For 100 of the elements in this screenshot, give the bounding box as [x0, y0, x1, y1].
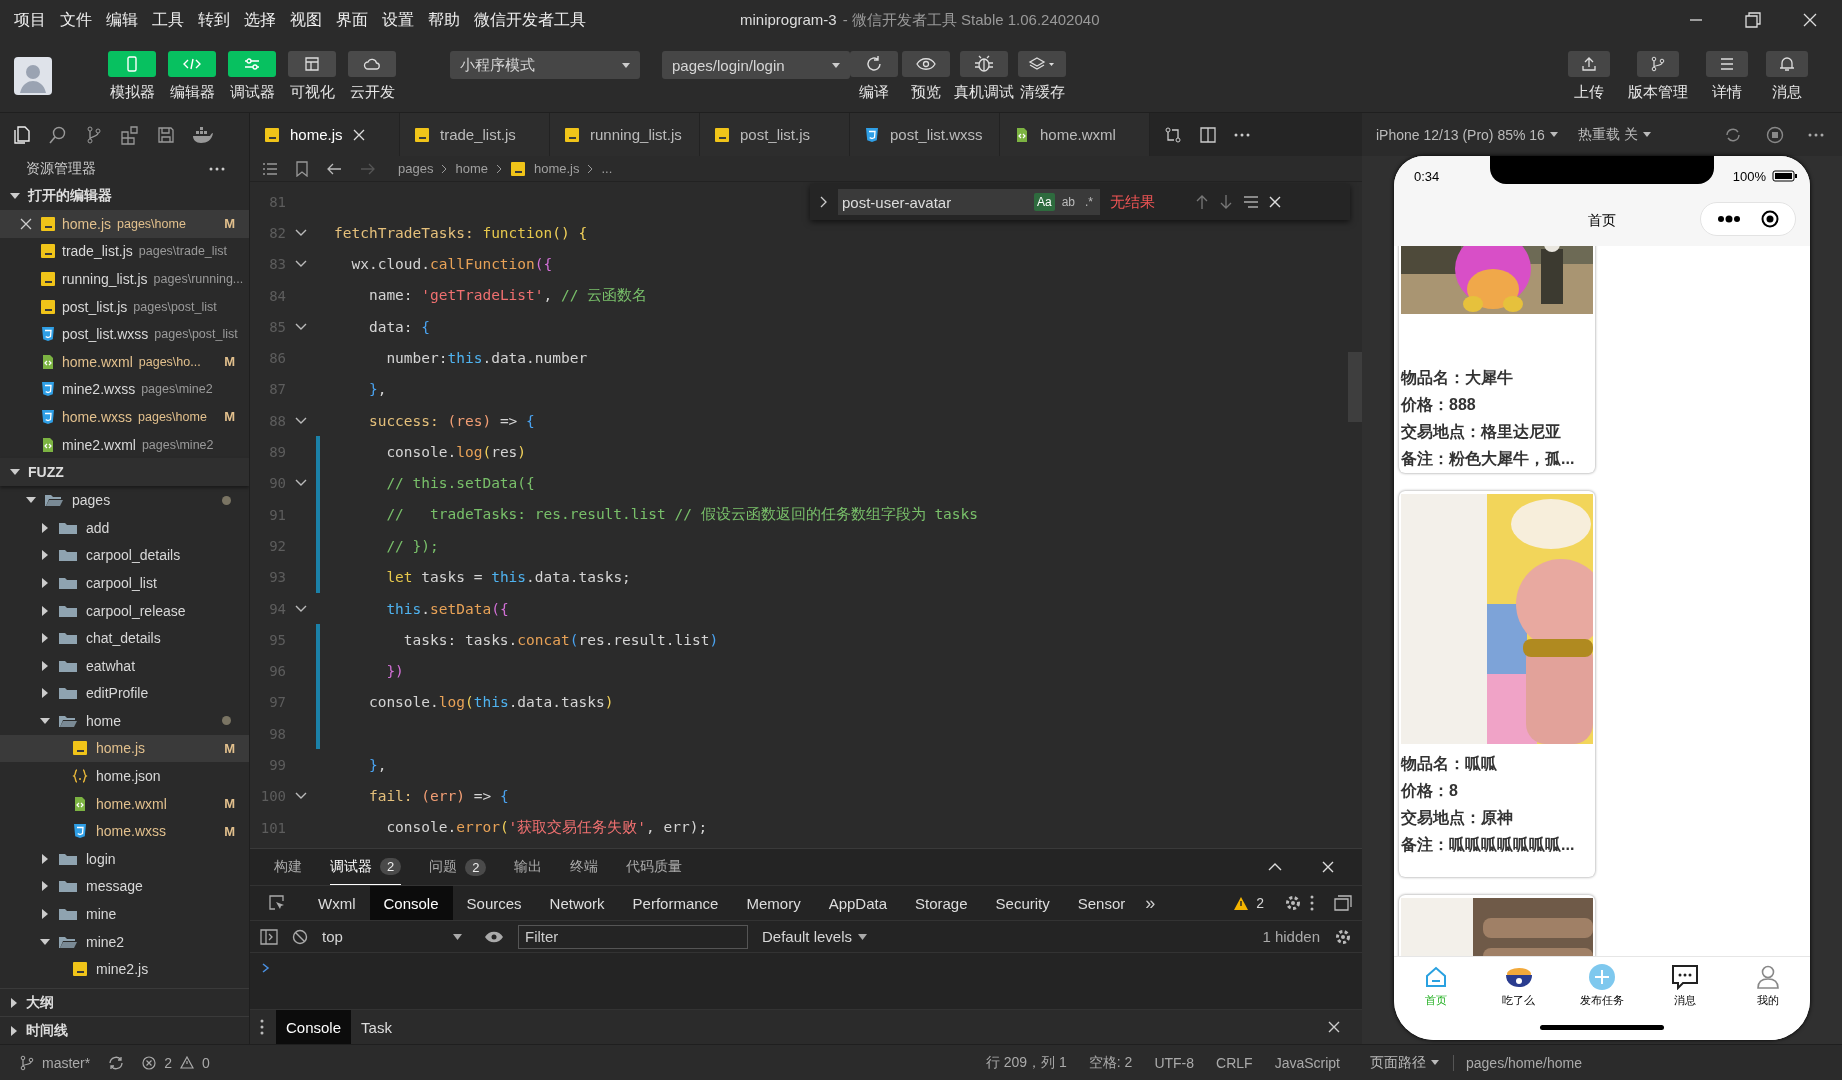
more-icon[interactable]: [1808, 132, 1824, 137]
back-arrow-icon[interactable]: [326, 161, 342, 176]
drawer-tab[interactable]: Task: [351, 1010, 402, 1044]
tree-item[interactable]: home.js M: [0, 734, 249, 763]
toolbar-button[interactable]: [1706, 50, 1748, 77]
tree-item[interactable]: carpool_list: [0, 569, 249, 597]
dock-icon[interactable]: [1334, 895, 1352, 911]
open-editor-item[interactable]: mine2.wxml pages\mine2: [0, 430, 249, 459]
devtools-tab[interactable]: Memory: [732, 886, 815, 920]
tree-item[interactable]: chat_details: [0, 624, 249, 652]
find-option[interactable]: ab: [1058, 193, 1078, 211]
devtools-tab[interactable]: Storage: [901, 886, 982, 920]
tree-item[interactable]: login: [0, 845, 249, 873]
menu-item[interactable]: 项目: [14, 9, 46, 31]
breadcrumb[interactable]: pages: [398, 161, 434, 176]
save-icon[interactable]: [156, 124, 176, 145]
more-icon[interactable]: [1717, 215, 1741, 223]
status-item[interactable]: UTF-8: [1154, 1054, 1195, 1071]
chevron-down-icon[interactable]: [10, 192, 20, 200]
settings-icon[interactable]: [1334, 927, 1352, 946]
devtools-tab[interactable]: Performance: [618, 886, 733, 920]
up-arrow-icon[interactable]: [1195, 194, 1209, 210]
tree-item[interactable]: mine2.js: [0, 955, 249, 984]
toolbar-button[interactable]: [1766, 50, 1808, 77]
hot-reload-dropdown[interactable]: 热重载 关: [1577, 125, 1651, 144]
settings-icon[interactable]: [1284, 894, 1302, 912]
find-option[interactable]: Aa: [1033, 193, 1055, 211]
toolbar-button[interactable]: [1637, 50, 1679, 77]
maximize-icon[interactable]: [1744, 11, 1762, 29]
open-editor-item[interactable]: trade_list.js pages\trade_list: [0, 237, 249, 266]
breadcrumb[interactable]: home: [455, 161, 488, 176]
status-item[interactable]: CRLF: [1216, 1054, 1253, 1071]
section-title[interactable]: FUZZ: [28, 464, 64, 481]
whale-icon[interactable]: [192, 124, 214, 145]
error-icon[interactable]: [142, 1055, 157, 1070]
open-editor-item[interactable]: running_list.js pages\running...: [0, 265, 249, 293]
menu-item[interactable]: 微信开发者工具: [474, 9, 586, 31]
page-path-dropdown[interactable]: 页面路径: [1370, 1053, 1439, 1072]
menu-item[interactable]: 界面: [336, 9, 368, 31]
device-dropdown[interactable]: iPhone 12/13 (Pro) 85% 16: [1376, 126, 1558, 143]
more-tabs[interactable]: »: [1145, 892, 1156, 914]
panel-tab[interactable]: 问题 2: [429, 849, 487, 885]
devtools-tab[interactable]: AppData: [814, 886, 901, 920]
inspect-icon[interactable]: [268, 894, 286, 912]
toggle-button[interactable]: [228, 50, 276, 77]
devtools-tab[interactable]: Network: [535, 886, 619, 920]
editor-tab[interactable]: home.js: [250, 113, 400, 156]
open-editor-item[interactable]: post_list.js pages\post_list: [0, 292, 249, 321]
capsule-button[interactable]: [1700, 202, 1796, 236]
sync-icon[interactable]: [108, 1054, 125, 1071]
panel-tab[interactable]: 终端: [570, 849, 599, 885]
devtools-tab[interactable]: Wxml: [304, 886, 370, 920]
editor-tab[interactable]: home.wxml: [1000, 113, 1150, 156]
tree-item[interactable]: mine2: [0, 927, 249, 956]
menu-item[interactable]: 转到: [198, 9, 230, 31]
panel-tab[interactable]: 代码质量: [626, 849, 683, 885]
sidebar-toggle-icon[interactable]: [260, 928, 278, 945]
toggle-button[interactable]: [108, 50, 156, 77]
tree-item[interactable]: home.wxml M: [0, 789, 249, 818]
branch-name[interactable]: master*: [42, 1054, 91, 1071]
devtools-tab[interactable]: Security: [981, 886, 1064, 920]
close-icon[interactable]: [1322, 861, 1334, 873]
devtools-tab[interactable]: Console: [369, 886, 453, 920]
toggle-button[interactable]: [348, 50, 396, 77]
split-icon[interactable]: [1200, 126, 1216, 143]
bookmark-icon[interactable]: [296, 160, 308, 177]
find-option[interactable]: .*: [1082, 193, 1096, 211]
extensions-icon[interactable]: [120, 124, 140, 145]
branch-icon[interactable]: [84, 124, 104, 145]
open-editor-item[interactable]: home.wxml pages\ho... M: [0, 347, 249, 376]
chevron-down-icon[interactable]: [295, 228, 307, 237]
chevron-down-icon[interactable]: [295, 260, 307, 269]
menu-item[interactable]: 工具: [152, 9, 184, 31]
compare-icon[interactable]: [1164, 125, 1182, 144]
open-editor-item[interactable]: home.js pages\home M: [0, 210, 249, 238]
tree-item[interactable]: carpool_details: [0, 541, 249, 570]
chevron-down-icon[interactable]: [295, 479, 307, 488]
chevron-down-icon[interactable]: [295, 792, 307, 801]
devtools-tab[interactable]: Sources: [452, 886, 536, 920]
panel-tab[interactable]: 调试器 2: [330, 849, 402, 885]
toolbar-button[interactable]: [1568, 50, 1610, 77]
breadcrumb[interactable]: home.js: [533, 161, 580, 176]
warning-icon[interactable]: [180, 1056, 195, 1069]
kebab-icon[interactable]: [260, 1019, 264, 1035]
open-editor-item[interactable]: home.wxss pages\home M: [0, 403, 249, 431]
editor-tab[interactable]: running_list.js: [550, 113, 700, 156]
eye-icon[interactable]: [484, 929, 504, 944]
action-button[interactable]: [850, 50, 898, 77]
menu-item[interactable]: 视图: [290, 9, 322, 31]
tab-bar-item[interactable]: 发布任务: [1560, 957, 1644, 1014]
tab-bar-item[interactable]: 吃了么: [1477, 957, 1561, 1014]
list-icon[interactable]: [262, 161, 278, 176]
panel-tab[interactable]: 构建: [274, 849, 302, 885]
branch-icon[interactable]: [20, 1054, 34, 1071]
action-button[interactable]: [902, 50, 950, 77]
tree-item[interactable]: pages: [0, 486, 249, 514]
tree-item[interactable]: carpool_release: [0, 596, 249, 625]
menu-item[interactable]: 设置: [382, 9, 414, 31]
editor-tab[interactable]: post_list.wxss: [850, 113, 1000, 156]
section-title[interactable]: 时间线: [26, 1021, 68, 1040]
